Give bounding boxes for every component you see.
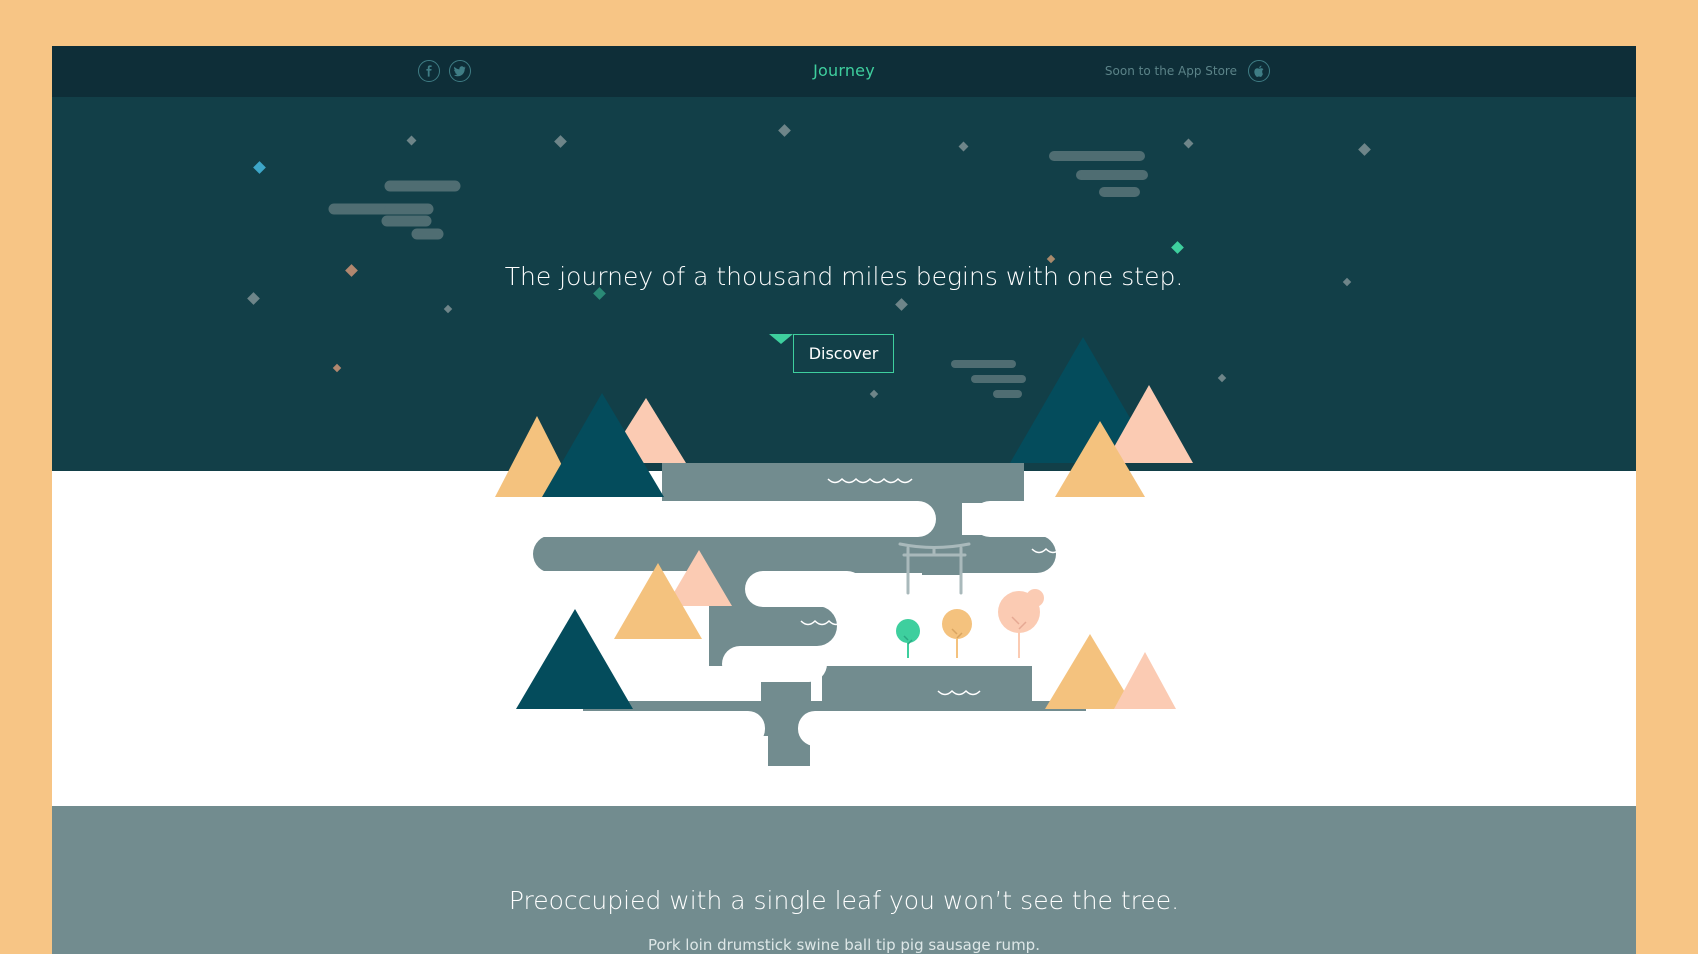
cloud-left [328,180,461,240]
landscape-illustration [247,124,1371,766]
triangle-down-icon[interactable] [769,334,793,344]
star-icon [406,135,417,146]
star-icon [778,124,791,137]
star-icon [1183,138,1194,149]
star-icon [247,292,260,305]
star-icon [253,161,266,174]
cloud-right [1049,151,1148,197]
star-icon [1358,143,1371,156]
section-headline: Preoccupied with a single leaf you won’t… [508,886,1180,915]
star-icon [1171,241,1184,254]
page-frame: Journey Soon to the App Store The journe… [52,46,1636,954]
star-icon [869,389,879,399]
trees [896,589,1044,658]
cloud-small [951,360,1026,398]
hero-headline: The journey of a thousand miles begins w… [504,262,1184,291]
star-icon [332,363,342,373]
discover-button[interactable]: Discover [793,334,894,373]
star-icon [554,135,567,148]
section-body: Pork loin drumstick swine ball tip pig s… [648,936,1040,954]
star-icon [1217,373,1227,383]
star-icon [895,298,908,311]
star-icon [958,141,969,152]
star-icon [443,304,453,314]
